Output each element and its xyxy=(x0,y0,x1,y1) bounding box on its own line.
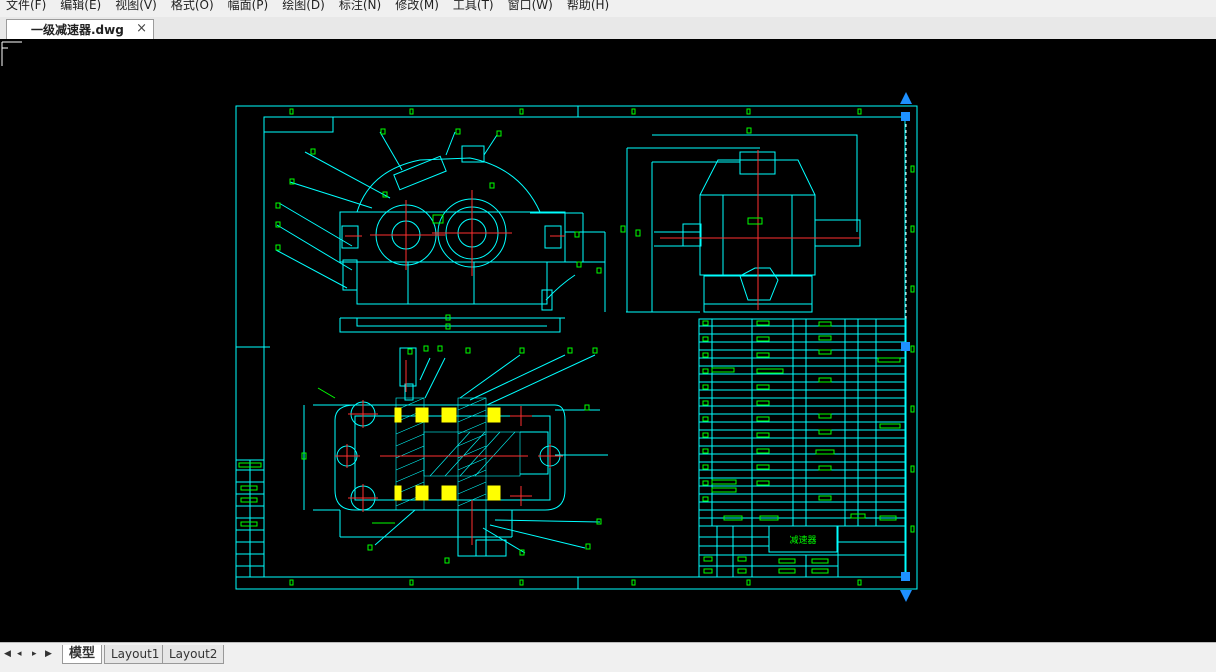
menu-format[interactable]: 格式(O) xyxy=(165,0,222,12)
last-tab-arrow-icon[interactable]: ▶ xyxy=(45,649,52,659)
menu-draw[interactable]: 绘图(D) xyxy=(276,0,333,12)
first-tab-arrow-icon[interactable]: ◀ xyxy=(4,649,11,659)
border-tick-labels xyxy=(289,108,915,586)
grip-middle[interactable] xyxy=(901,342,910,351)
document-tab-bar: 一级减速器.dwg × xyxy=(0,17,1216,40)
menu-file[interactable]: 文件(F) xyxy=(0,0,54,12)
section-hatch xyxy=(395,397,521,511)
tab-model[interactable]: 模型 xyxy=(62,645,103,664)
menu-bar: 文件(F) 编辑(E) 视图(V) 格式(O) 幅面(P) 绘图(D) 标注(N… xyxy=(0,0,1216,18)
menu-edit[interactable]: 编辑(E) xyxy=(54,0,109,12)
grip-bottom[interactable] xyxy=(901,572,910,581)
menu-tools[interactable]: 工具(T) xyxy=(447,0,502,12)
grip-arrow-down-icon[interactable] xyxy=(900,590,912,602)
menu-window[interactable]: 窗口(W) xyxy=(502,0,561,12)
parts-list-text xyxy=(702,320,901,521)
next-tab-arrow-icon[interactable]: ▸ xyxy=(32,649,37,659)
grip-top[interactable] xyxy=(901,112,910,121)
close-icon[interactable]: × xyxy=(136,21,147,36)
left-strip-table xyxy=(235,459,265,578)
title-block-name: 减速器 xyxy=(789,534,816,546)
document-tab[interactable]: 一级减速器.dwg × xyxy=(6,19,154,39)
ucs-icon xyxy=(1,41,22,66)
side-view xyxy=(626,134,861,313)
side-view-labels xyxy=(620,127,763,237)
section-view-centerlines xyxy=(335,360,563,545)
layout-tab-bar: ◀ ◂ ▸ ▶ 模型 Layout1 Layout2 xyxy=(0,642,1216,672)
section-view xyxy=(303,347,608,557)
menu-dimension[interactable]: 标注(N) xyxy=(333,0,389,12)
front-view xyxy=(275,131,606,333)
prev-tab-arrow-icon[interactable]: ◂ xyxy=(17,649,22,659)
sheet-border xyxy=(235,105,918,590)
cad-drawing: 减速器 xyxy=(1,41,918,602)
menu-modify[interactable]: 修改(M) xyxy=(389,0,447,12)
menu-view[interactable]: 视图(V) xyxy=(109,0,165,12)
title-block xyxy=(698,525,907,578)
grip-arrow-up-icon[interactable] xyxy=(900,92,912,104)
menu-page[interactable]: 幅面(P) xyxy=(222,0,277,12)
document-tab-title: 一级减速器.dwg xyxy=(31,23,124,37)
tab-layout2[interactable]: Layout2 xyxy=(162,645,225,664)
menu-help[interactable]: 帮助(H) xyxy=(561,0,617,12)
tab-layout1[interactable]: Layout1 xyxy=(104,645,167,664)
title-block-text xyxy=(703,556,829,574)
parts-list-table xyxy=(698,318,907,527)
drawing-canvas[interactable]: 减速器 xyxy=(0,39,1216,642)
bearings xyxy=(394,407,501,501)
front-view-centerlines xyxy=(345,190,565,276)
